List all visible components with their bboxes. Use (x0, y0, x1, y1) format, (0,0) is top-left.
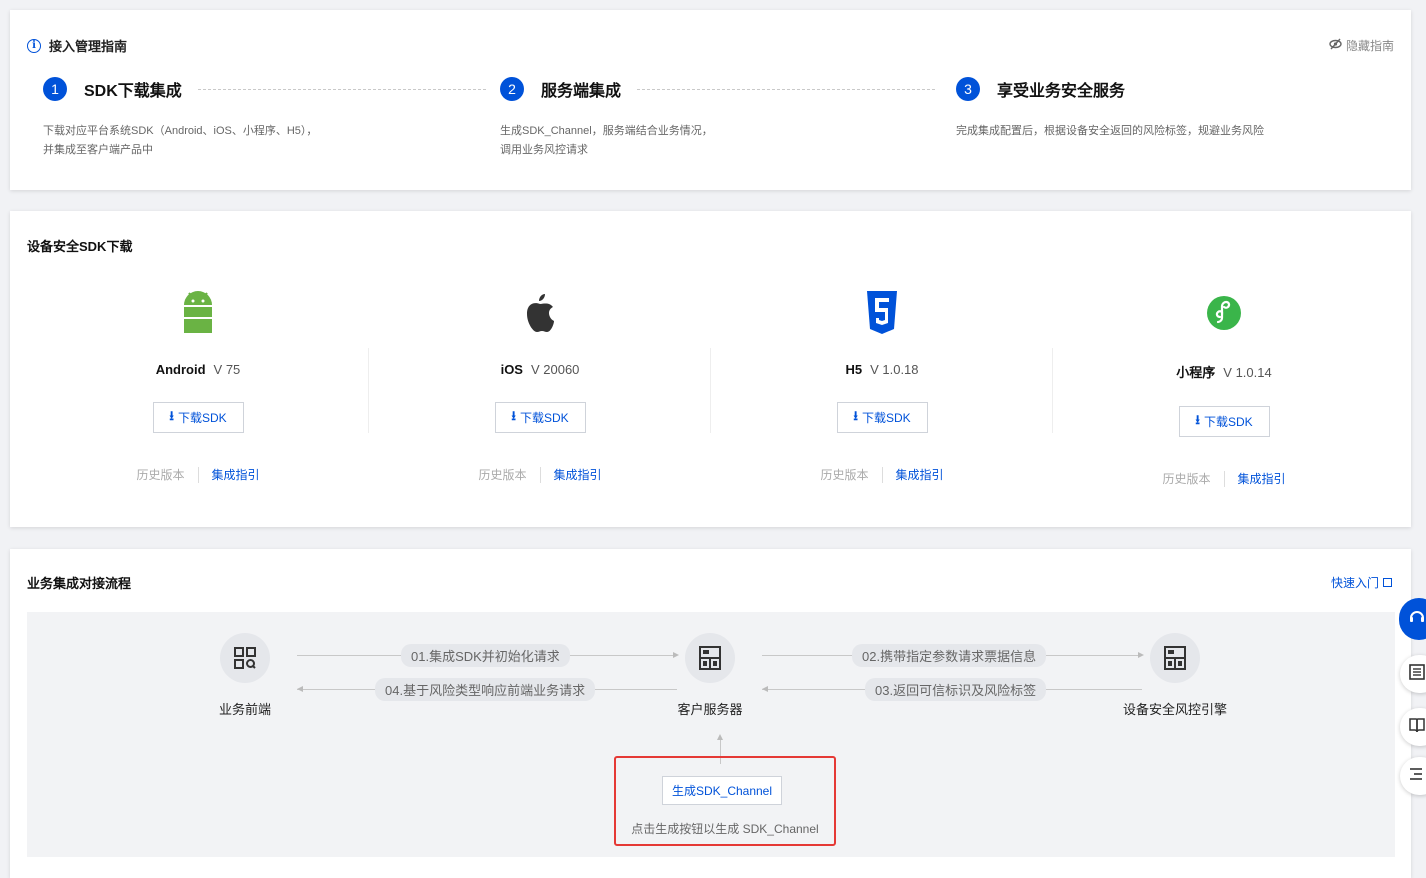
flow-step-01: 01.集成SDK并初始化请求 (401, 644, 570, 667)
arrow-right-icon (1138, 652, 1144, 658)
generate-hint: 点击生成按钮以生成 SDK_Channel (631, 822, 819, 836)
sdk-download-card: 设备安全SDK下载 Android V 75 ⭳ 下载SDK 历史版本 集成指引 iO… (10, 211, 1411, 527)
document-icon (1409, 663, 1425, 685)
headset-icon (1408, 608, 1426, 631)
sdk-platform-name: 小程序 (1176, 365, 1216, 380)
history-version-link[interactable]: 历史版本 (136, 466, 184, 483)
download-sdk-button[interactable]: ⭳ 下载SDK (1178, 406, 1270, 437)
step-description: 完成集成配置后，根据设备安全返回的风险标签，规避业务风险 (956, 125, 1264, 137)
app-grid-icon (220, 633, 270, 683)
eye-off-icon (1329, 38, 1342, 53)
step-title: 服务端集成 (541, 83, 622, 100)
guide-step-3: 3 享受业务安全服务 完成集成配置后，根据设备安全返回的风险标签，规避业务风险 (956, 74, 1264, 141)
flow-diagram: 业务前端 客户服务器 设备安全风控引擎 01.集成SDK并初始化请求 04.基于… (27, 612, 1395, 857)
sdk-version: V 20060 (530, 362, 580, 377)
node-label: 客户服务器 (677, 702, 743, 717)
step-description: 下载对应平台系统SDK（Android、iOS、小程序、H5）， 并集成至客户端… (43, 125, 318, 156)
download-sdk-button[interactable]: ⭳ 下载SDK (494, 402, 586, 433)
access-guide-card: i 接入管理指南 隐藏指南 1 SDK下载集成 下载对应平台系统SDK（Andr… (10, 10, 1411, 190)
node-frontend: 业务前端 (175, 633, 315, 718)
guide-title-text: 接入管理指南 (49, 39, 128, 54)
download-sdk-button[interactable]: ⭳ 下载SDK (152, 402, 244, 433)
arrow-left-icon (762, 686, 768, 692)
integration-guide-link[interactable]: 集成指引 (554, 466, 602, 483)
history-version-link[interactable]: 历史版本 (478, 466, 526, 483)
download-sdk-button[interactable]: ⭳ 下载SDK (836, 402, 928, 433)
arrow-left-icon (297, 686, 303, 692)
hide-guide-label: 隐藏指南 (1345, 39, 1394, 53)
download-label: 下载SDK (177, 411, 227, 425)
section-title: 设备安全SDK下载 (27, 239, 133, 254)
integration-guide-link[interactable]: 集成指引 (896, 466, 944, 483)
server-icon (1150, 633, 1200, 683)
info-icon: i (27, 38, 41, 53)
guide-step-2: 2 服务端集成 生成SDK_Channel，服务端结合业务情况， 调用业务风控请… (500, 74, 936, 160)
step-title: SDK下载集成 (84, 83, 182, 100)
step-connector (637, 88, 936, 90)
node-engine: 设备安全风控引擎 (1105, 633, 1245, 718)
download-icon: ⭳ (853, 407, 858, 423)
sdk-platform-name: H5 (845, 362, 863, 377)
step-connector (197, 88, 486, 90)
download-label: 下载SDK (1203, 415, 1253, 429)
sdk-version: V 75 (213, 362, 241, 377)
integration-flow-card: 业务集成对接流程 快速入门 业务前端 客户服务器 设备安全风控引擎 01.集成S… (10, 549, 1411, 878)
external-link-icon (1383, 578, 1392, 587)
node-server: 客户服务器 (640, 633, 780, 718)
download-icon: ⭳ (1195, 411, 1200, 427)
generate-channel-highlight: 生成SDK_Channel 点击生成按钮以生成 SDK_Channel (614, 756, 836, 846)
flow-step-04: 04.基于风险类型响应前端业务请求 (375, 678, 596, 701)
android-icon (27, 289, 369, 337)
step-number: 1 (43, 77, 67, 101)
hide-guide-button[interactable]: 隐藏指南 (1329, 37, 1394, 54)
node-label: 设备安全风控引擎 (1122, 702, 1227, 717)
guide-title: i 接入管理指南 (27, 36, 127, 55)
quick-start-link[interactable]: 快速入门 (1331, 574, 1392, 591)
sdk-android: Android V 75 ⭳ 下载SDK 历史版本 集成指引 (27, 289, 369, 489)
download-label: 下载SDK (519, 411, 569, 425)
step-description: 生成SDK_Channel，服务端结合业务情况， 调用业务风控请求 (500, 125, 713, 156)
step-title: 享受业务安全服务 (997, 83, 1126, 100)
section-title: 业务集成对接流程 (27, 576, 132, 591)
sdk-h5: H5 V 1.0.18 ⭳ 下载SDK 历史版本 集成指引 (711, 289, 1053, 489)
integration-guide-link[interactable]: 集成指引 (212, 466, 260, 483)
download-icon: ⭳ (511, 407, 516, 423)
download-icon: ⭳ (169, 407, 174, 423)
sdk-ios: iOS V 20060 ⭳ 下载SDK 历史版本 集成指引 (369, 289, 711, 489)
arrow-up-icon (717, 734, 723, 740)
book-icon (1409, 717, 1425, 738)
history-version-link[interactable]: 历史版本 (1162, 470, 1210, 487)
server-icon (685, 633, 735, 683)
integration-guide-link[interactable]: 集成指引 (1238, 470, 1286, 487)
html5-icon (711, 289, 1053, 337)
quick-start-label: 快速入门 (1330, 576, 1379, 590)
flow-step-03: 03.返回可信标识及风险标签 (865, 678, 1047, 701)
node-label: 业务前端 (218, 702, 271, 717)
sdk-platform-name: Android (155, 362, 206, 377)
download-label: 下载SDK (861, 411, 911, 425)
sdk-version: V 1.0.14 (1223, 365, 1272, 380)
sdk-miniprogram: 小程序 V 1.0.14 ⭳ 下载SDK 历史版本 集成指引 (1053, 289, 1395, 489)
list-icon (1409, 767, 1423, 786)
sdk-platform-name: iOS (500, 362, 523, 377)
guide-step-1: 1 SDK下载集成 下载对应平台系统SDK（Android、iOS、小程序、H5… (43, 74, 486, 160)
arrow-right-icon (673, 652, 679, 658)
sdk-version: V 1.0.18 (870, 362, 919, 377)
apple-icon (369, 289, 711, 337)
step-number: 2 (500, 77, 524, 101)
miniprogram-icon (1053, 289, 1395, 337)
step-number: 3 (956, 77, 980, 101)
history-version-link[interactable]: 历史版本 (820, 466, 868, 483)
generate-sdk-channel-button[interactable]: 生成SDK_Channel (662, 776, 782, 805)
flow-step-02: 02.携带指定参数请求票据信息 (852, 644, 1047, 667)
